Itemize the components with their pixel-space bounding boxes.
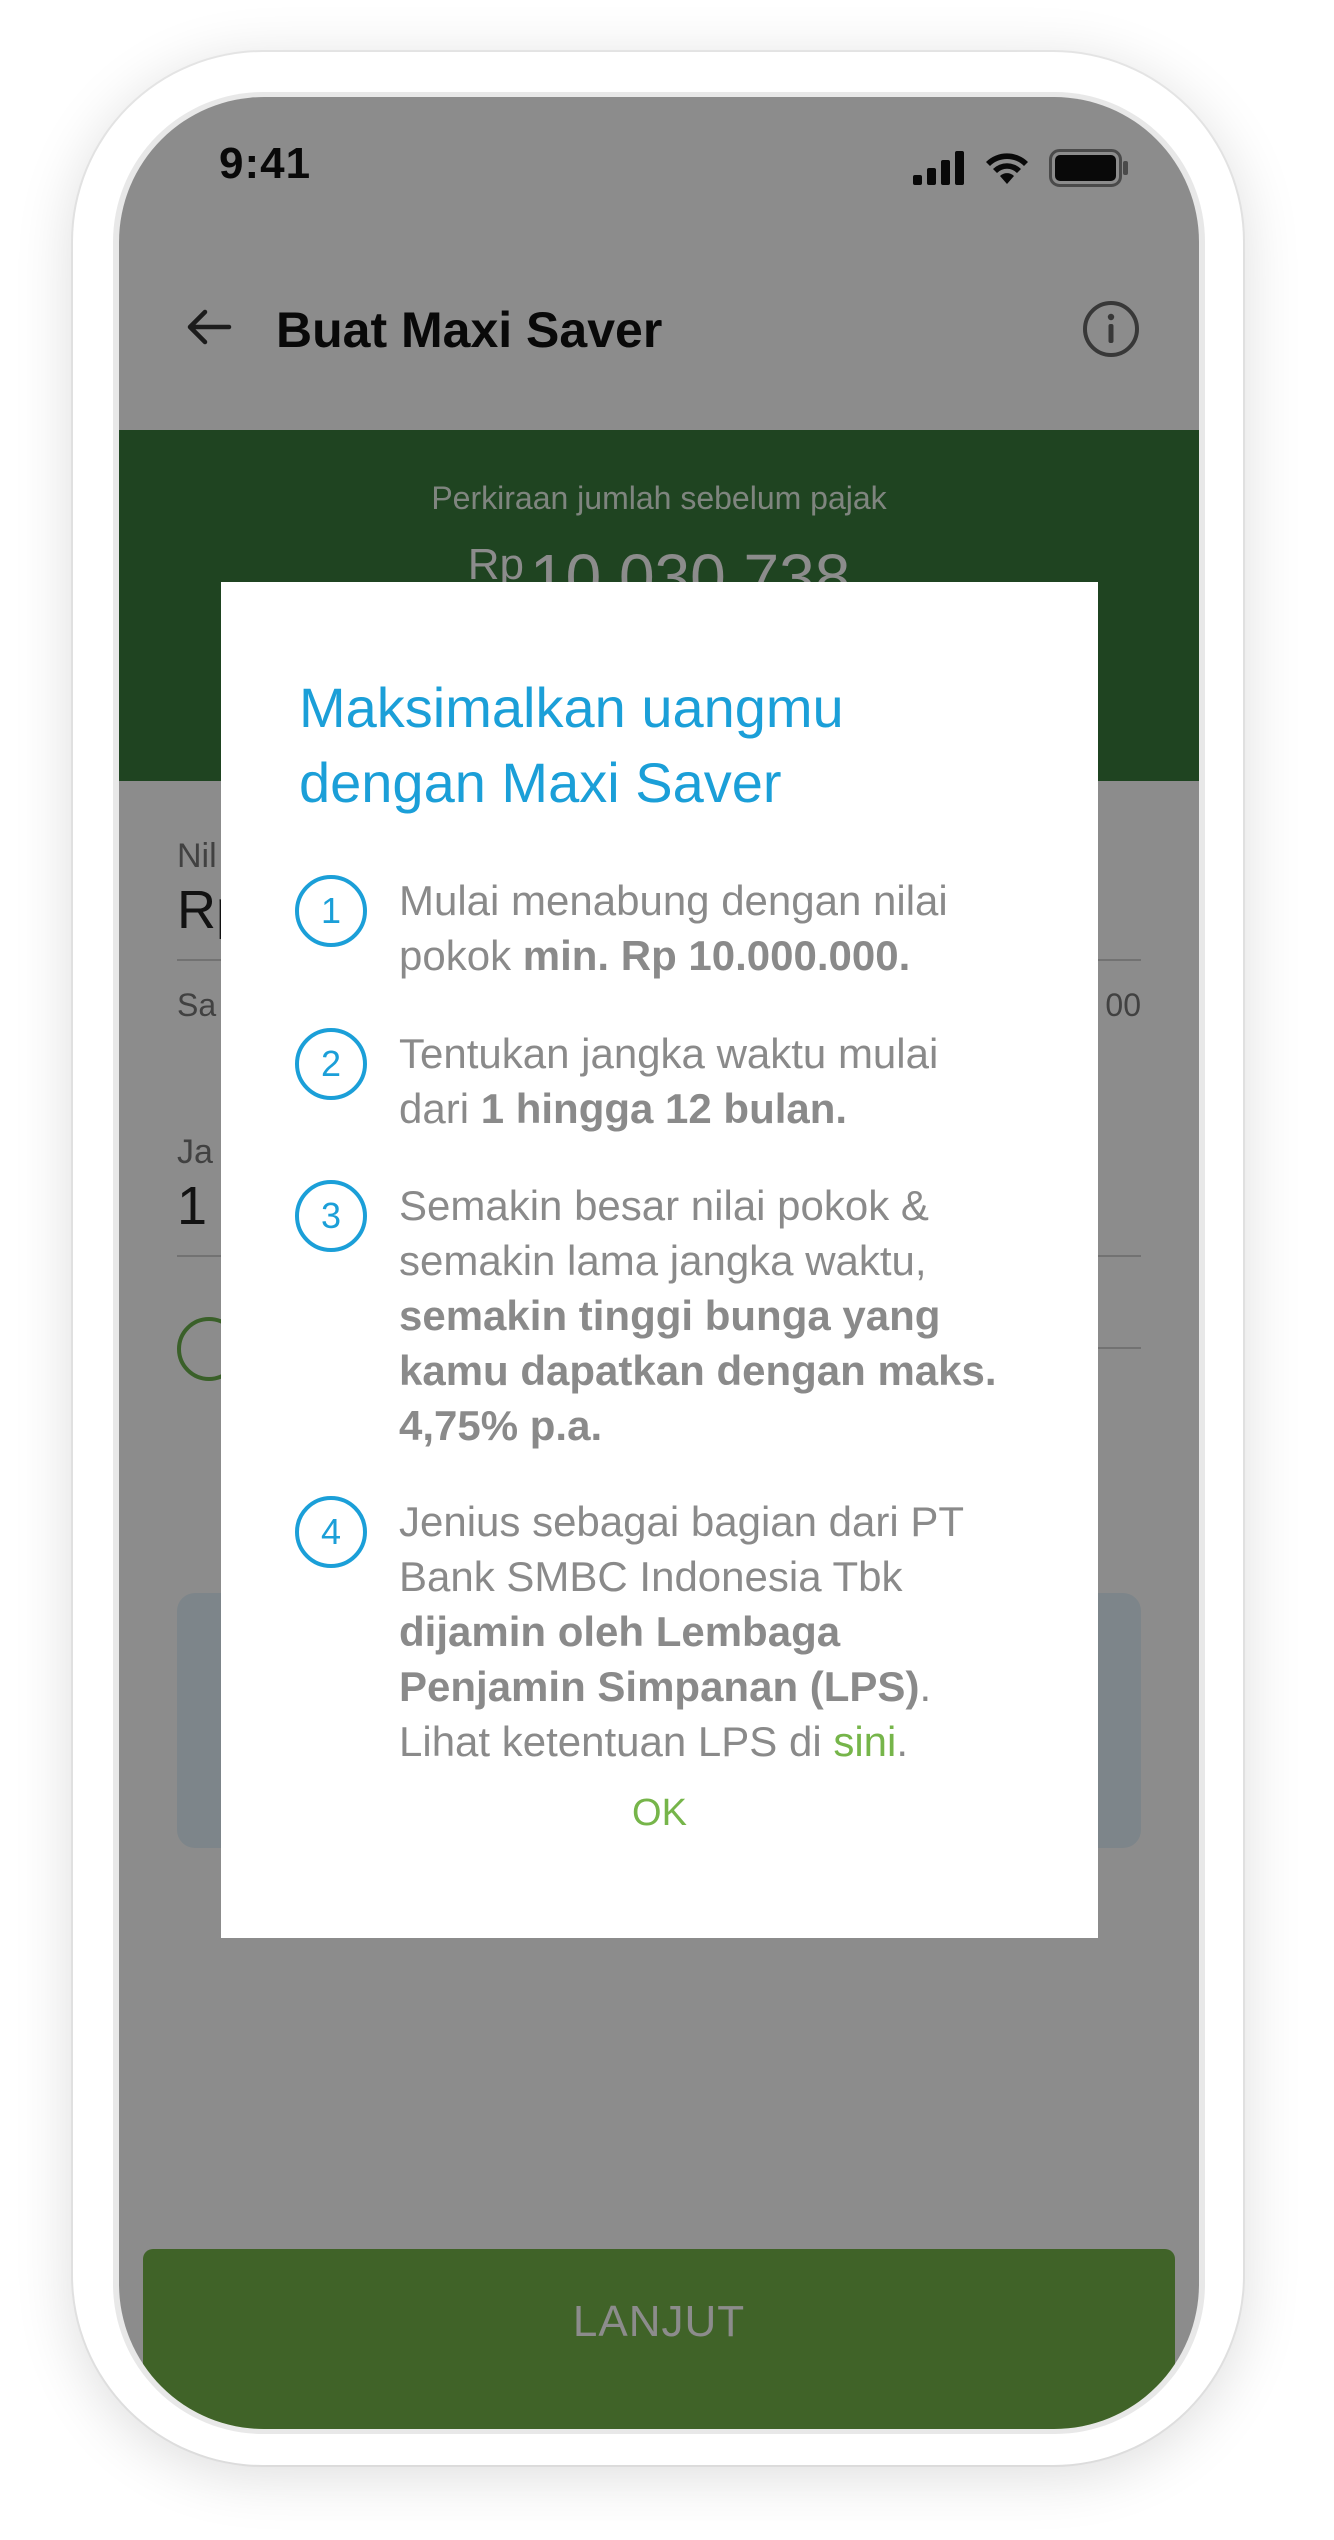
step-text: Mulai menabung dengan nilai pokok min. R… bbox=[399, 873, 1019, 983]
step-text-regular: Jenius sebagai bagian dari PT Bank SMBC … bbox=[399, 1498, 964, 1600]
step-number-badge: 4 bbox=[295, 1496, 367, 1568]
step-text: Tentukan jangka waktu mulai dari 1 hingg… bbox=[399, 1026, 1019, 1136]
step-text-bold: 1 hingga 12 bulan. bbox=[480, 1085, 848, 1132]
step-number-badge: 3 bbox=[295, 1180, 367, 1252]
step-text-bold: semakin tinggi bunga yang kamu dapatkan … bbox=[399, 1292, 997, 1449]
step-number-badge: 1 bbox=[295, 875, 367, 947]
lps-link[interactable]: sini bbox=[833, 1718, 896, 1765]
dialog-title: Maksimalkan uangmu dengan Maxi Saver bbox=[299, 670, 1019, 820]
dialog-title-line2: dengan Maxi Saver bbox=[299, 751, 782, 814]
step-number-badge: 2 bbox=[295, 1028, 367, 1100]
dialog-title-line1: Maksimalkan uangmu bbox=[299, 676, 844, 739]
step-text-regular: Semakin besar nilai pokok & semakin lama… bbox=[399, 1182, 929, 1284]
step-text-bold: dijamin oleh Lembaga Penjamin Simpanan (… bbox=[399, 1608, 920, 1710]
info-dialog: Maksimalkan uangmu dengan Maxi Saver 1 M… bbox=[221, 582, 1098, 1938]
step-text-regular: . bbox=[896, 1718, 909, 1765]
step-text: Jenius sebagai bagian dari PT Bank SMBC … bbox=[399, 1494, 1019, 1769]
phone-screen: 9:41 Buat Maxi Saver Perkiraan jumlah se… bbox=[119, 97, 1199, 2429]
step-text: Semakin besar nilai pokok & semakin lama… bbox=[399, 1178, 1019, 1453]
ok-button[interactable]: OK bbox=[221, 1792, 1098, 1835]
step-text-bold: min. Rp 10.000.000. bbox=[522, 932, 911, 979]
